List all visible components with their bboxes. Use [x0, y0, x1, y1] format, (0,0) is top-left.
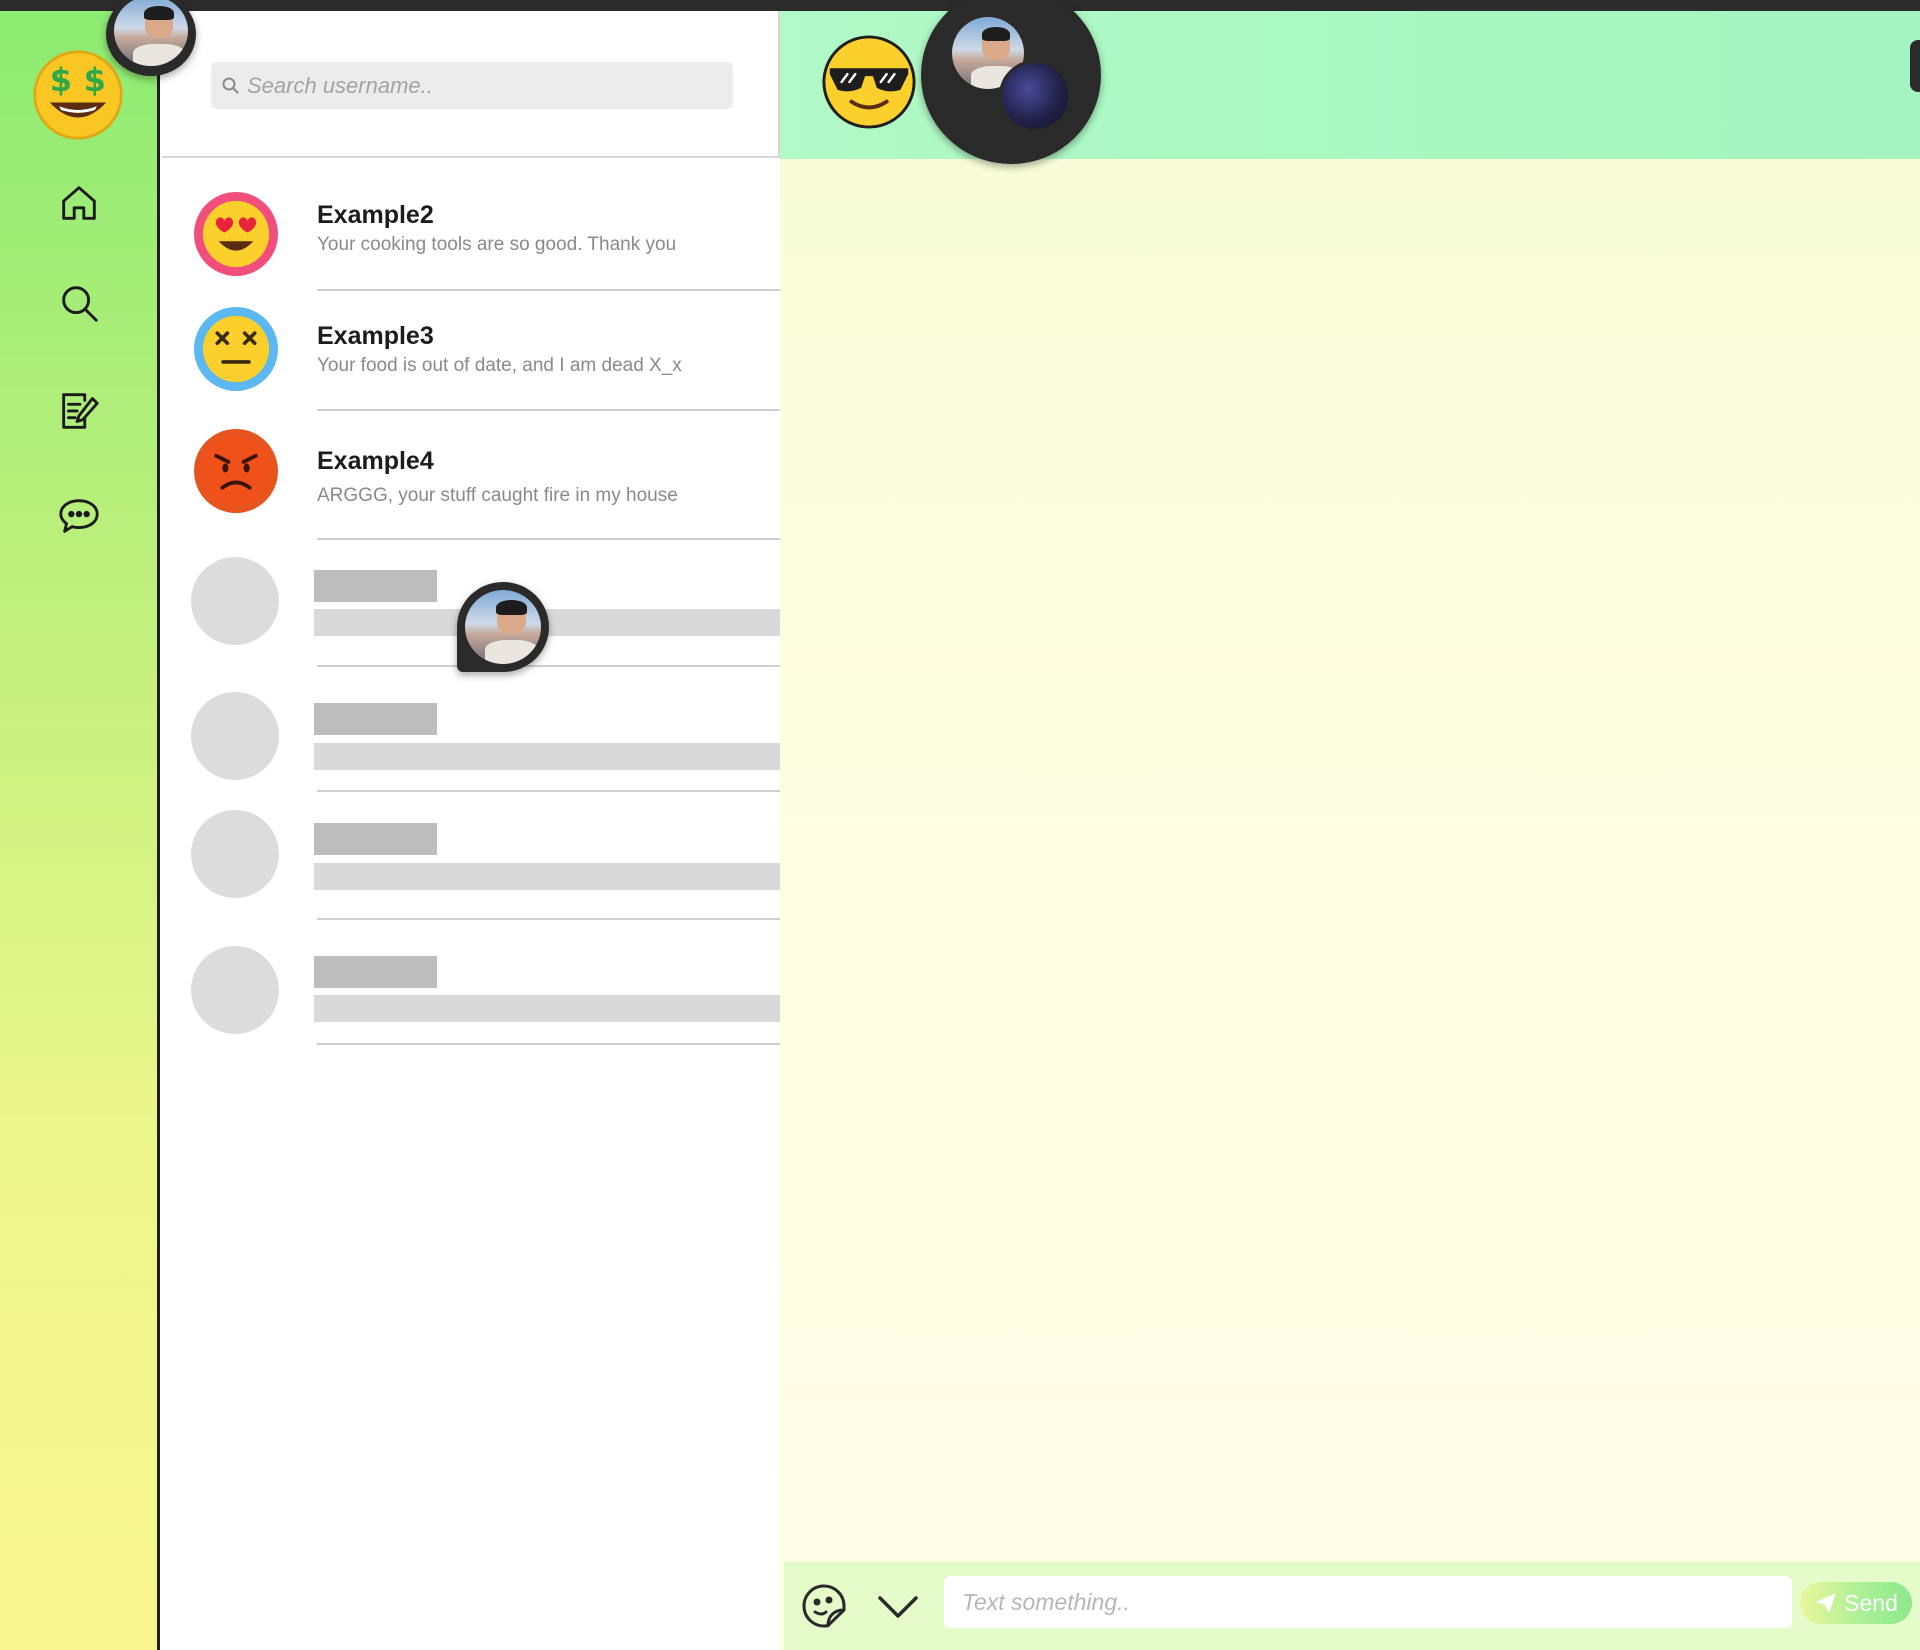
dizzy-face-emoji-icon — [202, 315, 270, 383]
nav-home-button[interactable] — [50, 174, 108, 232]
conversation-avatar — [194, 192, 278, 276]
search-icon — [62, 286, 98, 322]
sticker-icon[interactable] — [800, 1582, 848, 1630]
nav-notes-button[interactable] — [50, 381, 108, 439]
svg-text:$: $ — [50, 61, 72, 99]
skeleton-name — [314, 703, 437, 735]
search-icon — [222, 77, 239, 94]
conversation-preview: Your food is out of date, and I am dead … — [317, 355, 682, 376]
search-header — [162, 11, 780, 158]
right-edge-handle — [1910, 40, 1920, 92]
floating-avatar-bubble[interactable] — [457, 582, 549, 672]
send-button-label: Send — [1844, 1589, 1898, 1616]
heart-eyes-emoji-icon — [202, 200, 270, 268]
sunglasses-emoji-avatar-icon[interactable] — [820, 33, 918, 131]
skeleton-avatar — [191, 810, 279, 898]
divider — [317, 1043, 780, 1045]
nav-rail: $ $ — [0, 11, 160, 1650]
message-input[interactable] — [944, 1576, 1792, 1628]
message-composer: Send — [784, 1562, 1920, 1650]
angry-face-emoji-icon — [201, 436, 271, 506]
conversation-preview: Your cooking tools are so good. Thank yo… — [317, 234, 677, 255]
conversation-name: Example2 — [317, 201, 434, 229]
skeleton-avatar — [191, 946, 279, 1034]
home-icon — [62, 186, 96, 220]
conversation-item-example2[interactable]: Example2 Your cooking tools are so good.… — [162, 161, 780, 291]
paper-plane-icon — [1816, 1593, 1837, 1613]
user-photo-avatar — [465, 590, 541, 664]
conversation-avatar — [194, 307, 278, 391]
contact-photo-avatar — [999, 60, 1071, 132]
chat-pane: ne Send — [780, 11, 1920, 1650]
money-mouth-logo-icon[interactable]: $ $ — [31, 48, 125, 142]
conversation-avatar — [194, 429, 278, 513]
skeleton-preview — [314, 743, 780, 770]
skeleton-avatar — [191, 692, 279, 780]
chat-bubble-icon — [59, 499, 99, 533]
loading-placeholder-row — [162, 920, 780, 1045]
svg-text:$: $ — [84, 61, 106, 99]
skeleton-avatar — [191, 557, 279, 645]
conversation-list-pane: Example2 Your cooking tools are so good.… — [162, 11, 780, 1650]
skeleton-name — [314, 956, 437, 988]
floating-avatar-bubble[interactable] — [106, 0, 196, 76]
loading-placeholder-row — [162, 792, 780, 920]
skeleton-preview — [314, 863, 780, 890]
conversation-name: Example4 — [317, 447, 434, 475]
skeleton-name — [314, 570, 437, 602]
conversation-item-example3[interactable]: Example3 Your food is out of date, and I… — [162, 291, 780, 411]
nav-chat-button[interactable] — [50, 487, 108, 545]
user-photo-avatar — [114, 0, 188, 66]
send-button[interactable]: Send — [1800, 1582, 1912, 1624]
nav-search-button[interactable] — [50, 274, 108, 332]
search-input[interactable] — [247, 72, 727, 99]
loading-placeholder-row — [162, 667, 780, 792]
search-box — [211, 62, 733, 109]
notes-edit-icon — [62, 393, 99, 429]
chevron-down-icon[interactable] — [874, 1588, 922, 1624]
conversation-preview: ARGGG, your stuff caught fire in my hous… — [317, 485, 678, 506]
conversation-name: Example3 — [317, 322, 434, 350]
conversation-item-example4[interactable]: Example4 ARGGG, your stuff caught fire i… — [162, 411, 780, 540]
skeleton-name — [314, 823, 437, 855]
skeleton-preview — [314, 995, 780, 1022]
message-area — [780, 159, 1920, 1572]
